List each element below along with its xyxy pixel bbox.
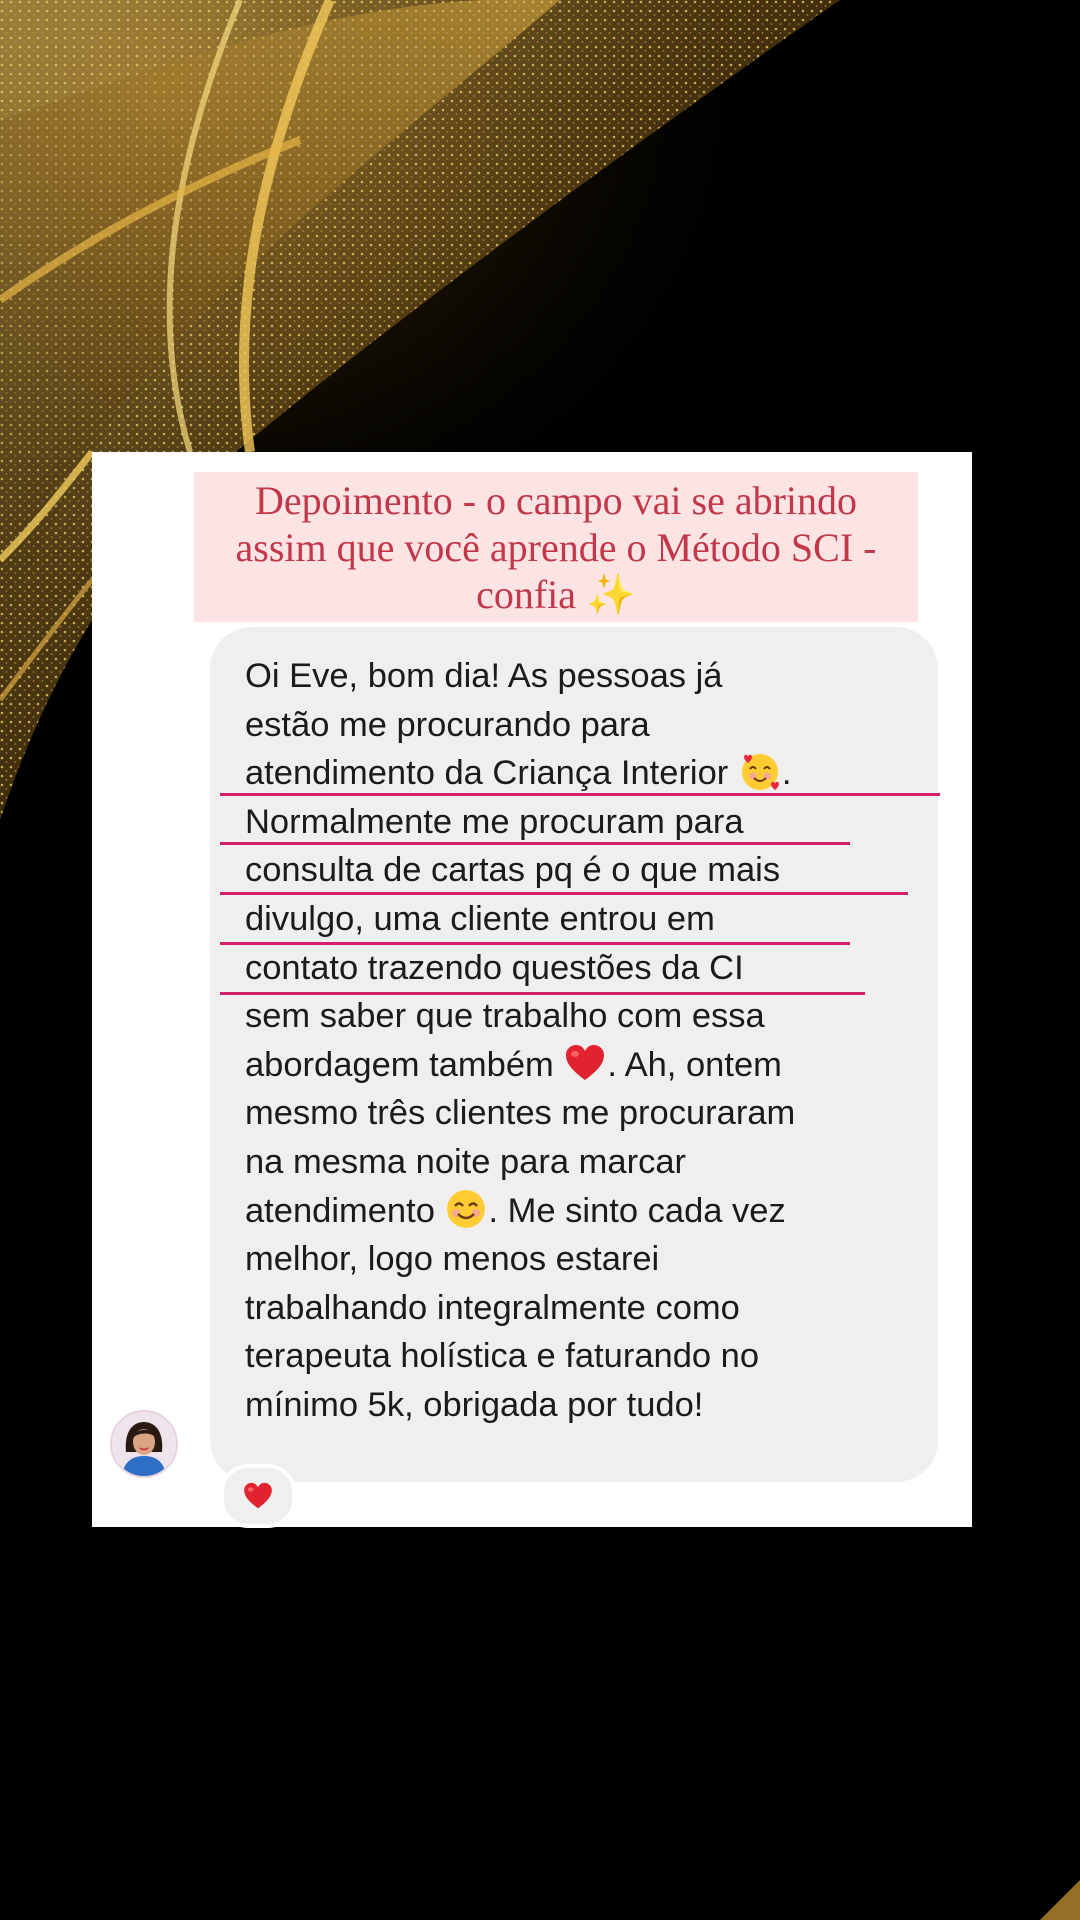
message-line: na mesma noite para marcar xyxy=(245,1142,687,1181)
message-bubble[interactable]: Oi Eve, bom dia! As pessoas já estão me … xyxy=(210,627,938,1482)
message-line-text: abordagem também xyxy=(245,1045,554,1084)
testimonial-card: Depoimento - o campo vai se abrindo assi… xyxy=(92,452,972,1528)
message-line: atendimento . Me sinto cada vez xyxy=(245,1187,935,1236)
message-line-text: atendimento da Criança Interior xyxy=(245,754,729,793)
message-line: melhor, logo menos estarei xyxy=(245,1240,660,1279)
title-line-text: confia xyxy=(476,571,577,617)
message-line: trabalhando integralmente como xyxy=(245,1288,740,1327)
message-line: abordagem também . Ah, ontem xyxy=(245,1041,935,1090)
highlight-underline xyxy=(220,992,865,995)
message-line: estão me procurando para xyxy=(245,705,650,744)
smiling-face-with-hearts-icon xyxy=(741,754,779,791)
message-line: mesmo três clientes me procuraram xyxy=(245,1094,796,1133)
message-line: sem saber que trabalho com essa xyxy=(245,997,765,1036)
message-line: mínimo 5k, obrigada por tudo! xyxy=(245,1385,704,1424)
message-line-suffix: . Ah, ontem xyxy=(607,1045,782,1084)
message-line: Normalmente me procuram para xyxy=(245,802,744,841)
message-text: Oi Eve, bom dia! As pessoas já estão me … xyxy=(245,652,935,1430)
title-line: Depoimento - o campo vai se abrindo xyxy=(254,477,858,523)
message-line: terapeuta holística e faturando no xyxy=(245,1337,760,1376)
title-line: assim que você aprende o Método SCI - xyxy=(235,524,877,570)
message-line: contato trazendo questões da CI xyxy=(245,948,744,987)
highlight-underline xyxy=(220,892,908,895)
message-line: divulgo, uma cliente entrou em xyxy=(245,899,715,938)
smiling-face-with-smiling-eyes-icon xyxy=(447,1189,486,1228)
highlight-underline xyxy=(220,842,850,845)
title-line: confia ✨ xyxy=(194,571,918,618)
profile-photo xyxy=(112,1412,176,1476)
red-heart-icon xyxy=(244,1482,272,1509)
message-line-text: atendimento xyxy=(245,1191,435,1230)
highlight-underline xyxy=(220,942,850,945)
message-line: Oi Eve, bom dia! As pessoas já xyxy=(245,657,723,695)
message-line-suffix: . Me sinto cada vez xyxy=(488,1191,786,1230)
message-line-suffix: . xyxy=(781,754,792,793)
message-line: atendimento da Criança Interior . xyxy=(245,749,935,798)
sparkles-icon: ✨ xyxy=(586,571,636,617)
highlight-underline xyxy=(220,793,940,796)
red-heart-icon xyxy=(566,1044,605,1080)
heart-reaction[interactable] xyxy=(220,1464,296,1528)
message-line: consulta de cartas pq é o que mais xyxy=(245,851,781,890)
testimonial-title: Depoimento - o campo vai se abrindo assi… xyxy=(194,472,918,622)
avatar[interactable] xyxy=(110,1410,178,1478)
